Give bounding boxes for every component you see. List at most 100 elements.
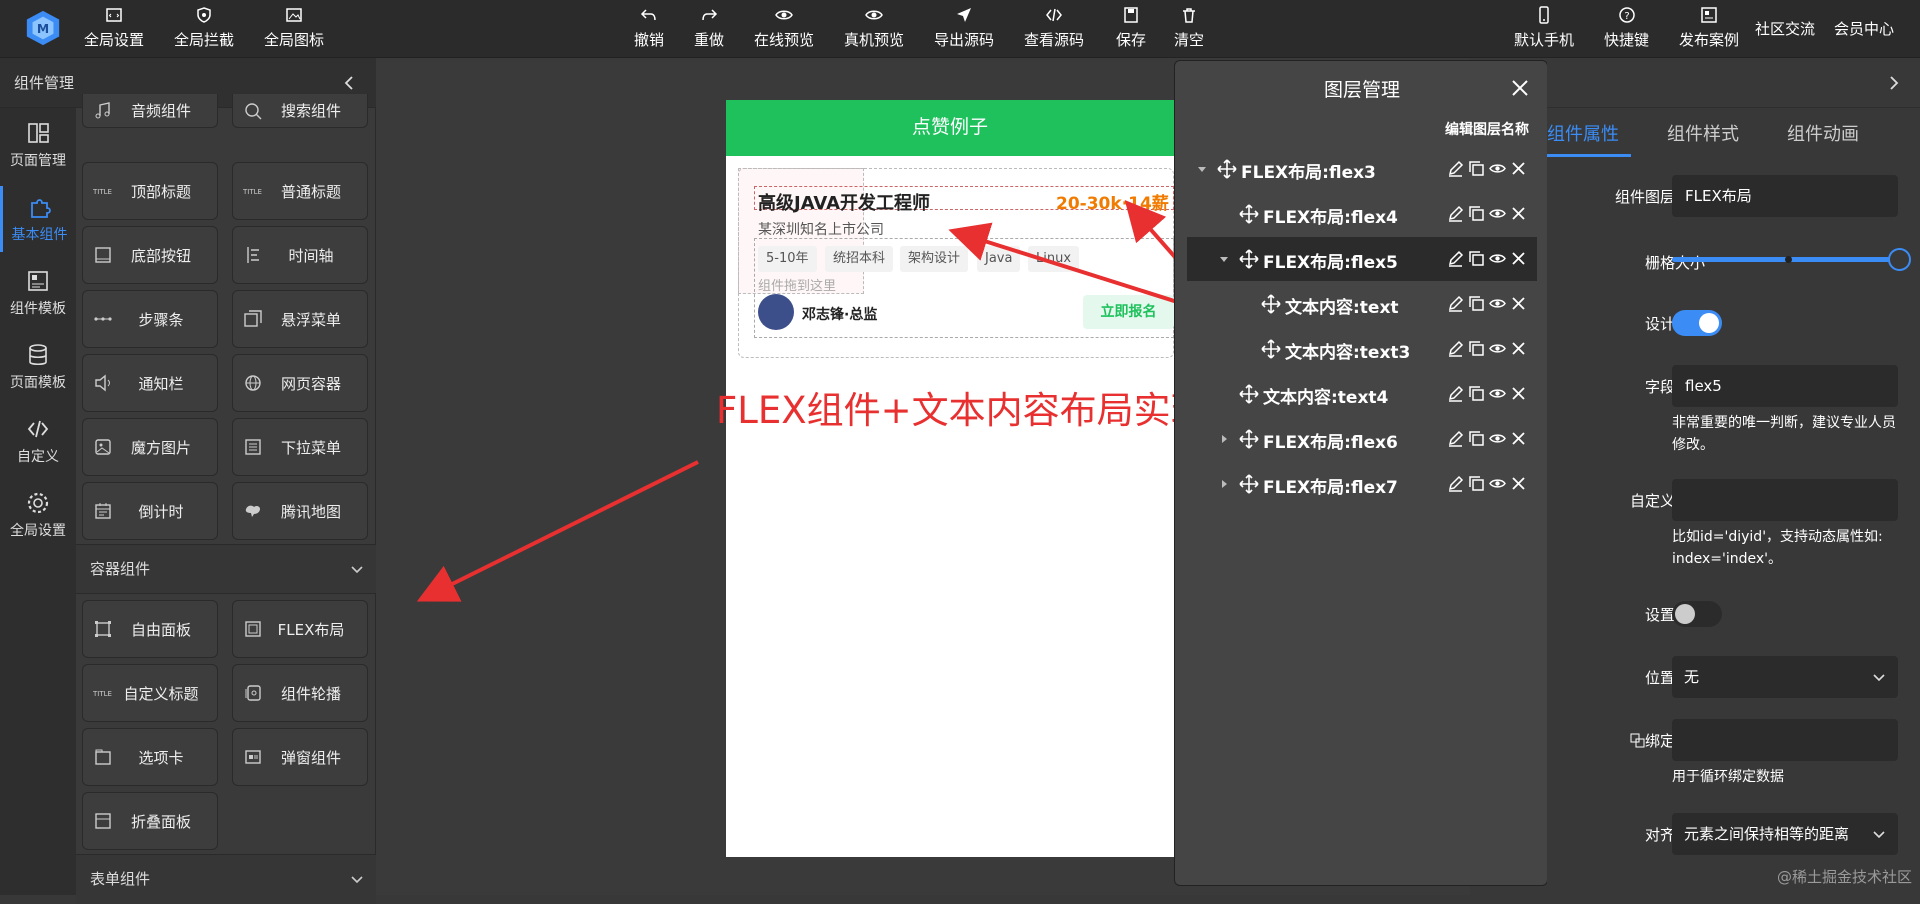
field-id-input[interactable]: flex5 <box>1672 365 1898 407</box>
eye-icon[interactable] <box>1489 295 1506 312</box>
layer-row[interactable]: 文本内容:text3 <box>1187 327 1537 371</box>
nav-basic-components[interactable]: 基本组件 <box>0 186 76 252</box>
comp-popup[interactable]: 弹窗组件 <box>232 728 368 786</box>
layer-row[interactable]: FLEX布局:flex3 <box>1187 147 1537 191</box>
comp-web-container[interactable]: 网页容器 <box>232 354 368 412</box>
comp-countdown[interactable]: 倒计时 <box>82 482 218 540</box>
move-icon[interactable] <box>1239 249 1259 269</box>
eye-icon[interactable] <box>1489 340 1506 357</box>
comp-tencent-map[interactable]: 腾讯地图 <box>232 482 368 540</box>
layer-name-input[interactable]: FLEX布局 <box>1672 175 1898 217</box>
comp-carousel[interactable]: 组件轮播 <box>232 664 368 722</box>
eye-icon[interactable] <box>1489 205 1506 222</box>
chevron-left-icon[interactable] <box>342 75 358 91</box>
set-height-toggle[interactable] <box>1672 601 1722 627</box>
eye-icon[interactable] <box>1489 160 1506 177</box>
member-center-link[interactable]: 会员中心 <box>1834 18 1894 39</box>
comp-steps[interactable]: 步骤条 <box>82 290 218 348</box>
custom-attr-input[interactable] <box>1672 479 1898 521</box>
copy-icon[interactable] <box>1468 430 1485 447</box>
nav-custom[interactable]: 自定义 <box>0 408 76 474</box>
move-icon[interactable] <box>1261 294 1281 314</box>
edit-icon[interactable] <box>1447 160 1464 177</box>
edit-icon[interactable] <box>1447 295 1464 312</box>
comp-timeline[interactable]: 时间轴 <box>232 226 368 284</box>
save-button[interactable]: 保存 <box>1116 6 1146 52</box>
chevron-right-icon[interactable] <box>1886 75 1902 91</box>
layer-row[interactable]: 文本内容:text <box>1187 282 1537 326</box>
edit-icon[interactable] <box>1447 205 1464 222</box>
community-link[interactable]: 社区交流 <box>1755 18 1815 39</box>
eye-icon[interactable] <box>1489 250 1506 267</box>
copy-icon[interactable] <box>1468 250 1485 267</box>
move-icon[interactable] <box>1239 384 1259 404</box>
copy-icon[interactable] <box>1468 340 1485 357</box>
move-icon[interactable] <box>1239 474 1259 494</box>
phone-preview[interactable]: 点赞例子 高级JAVA开发工程师 20-30k·14薪 某深圳知名上市公司 5-… <box>726 100 1174 857</box>
move-icon[interactable] <box>1261 339 1281 359</box>
nav-component-templates[interactable]: 组件模板 <box>0 260 76 326</box>
delete-icon[interactable] <box>1510 160 1527 177</box>
edit-layer-name-label[interactable]: 编辑图层名称 <box>1445 119 1529 139</box>
delete-icon[interactable] <box>1510 205 1527 222</box>
tab-component-style[interactable]: 组件样式 <box>1667 120 1739 146</box>
eye-icon[interactable] <box>1489 475 1506 492</box>
comp-tabs[interactable]: 选项卡 <box>82 728 218 786</box>
comp-dropdown-menu[interactable]: 下拉菜单 <box>232 418 368 476</box>
copy-icon[interactable] <box>1468 385 1485 402</box>
delete-icon[interactable] <box>1510 475 1527 492</box>
edit-icon[interactable] <box>1447 340 1464 357</box>
global-settings-button[interactable]: 全局设置 <box>84 6 144 52</box>
clear-button[interactable]: 清空 <box>1174 6 1204 52</box>
edit-icon[interactable] <box>1447 430 1464 447</box>
comp-magic-image[interactable]: 魔方图片 <box>82 418 218 476</box>
nav-page-manage[interactable]: 页面管理 <box>0 112 76 178</box>
comp-free-panel[interactable]: 自由面板 <box>82 600 218 658</box>
section-form-components[interactable]: 表单组件 <box>76 854 376 904</box>
layer-row[interactable]: FLEX布局:flex4 <box>1187 192 1537 236</box>
edit-icon[interactable] <box>1447 250 1464 267</box>
nav-global-settings[interactable]: 全局设置 <box>0 482 76 548</box>
comp-flex-layout[interactable]: FLEX布局 <box>232 600 368 658</box>
comp-top-title[interactable]: TITLE 顶部标题 <box>82 162 218 220</box>
shortcut-button[interactable]: ? 快捷键 <box>1604 6 1649 52</box>
online-preview-button[interactable]: 在线预览 <box>754 6 814 52</box>
tab-component-props[interactable]: 组件属性 <box>1547 120 1619 146</box>
tab-component-animation[interactable]: 组件动画 <box>1787 120 1859 146</box>
delete-icon[interactable] <box>1510 430 1527 447</box>
publish-case-button[interactable]: 发布案例 <box>1679 6 1739 52</box>
copy-icon[interactable] <box>1468 205 1485 222</box>
comp-audio[interactable]: 音频组件 <box>82 94 218 128</box>
layer-row[interactable]: 文本内容:text4 <box>1187 372 1537 416</box>
global-icon-button[interactable]: 全局图标 <box>264 6 324 52</box>
comp-collapse-panel[interactable]: 折叠面板 <box>82 792 218 850</box>
caret-right-icon[interactable] <box>1219 479 1229 489</box>
delete-icon[interactable] <box>1510 250 1527 267</box>
comp-search[interactable]: 搜索组件 <box>232 94 368 128</box>
comp-normal-title[interactable]: TITLE 普通标题 <box>232 162 368 220</box>
redo-button[interactable]: 重做 <box>694 6 724 52</box>
copy-icon[interactable] <box>1468 160 1485 177</box>
eye-icon[interactable] <box>1489 430 1506 447</box>
close-icon[interactable] <box>1511 79 1529 97</box>
caret-down-icon[interactable] <box>1219 254 1229 264</box>
device-preview-button[interactable]: 真机预览 <box>844 6 904 52</box>
comp-notice-bar[interactable]: 通知栏 <box>82 354 218 412</box>
undo-button[interactable]: 撤销 <box>634 6 664 52</box>
move-icon[interactable] <box>1239 429 1259 449</box>
move-icon[interactable] <box>1217 159 1237 179</box>
eye-icon[interactable] <box>1489 385 1506 402</box>
comp-bottom-button[interactable]: 底部按钮 <box>82 226 218 284</box>
design-display-toggle[interactable] <box>1672 310 1722 336</box>
delete-icon[interactable] <box>1510 340 1527 357</box>
layer-row[interactable]: FLEX布局:flex6 <box>1187 417 1537 461</box>
caret-down-icon[interactable] <box>1197 164 1207 174</box>
apply-button[interactable]: 立即报名 <box>1083 295 1174 329</box>
copy-icon[interactable] <box>1468 475 1485 492</box>
section-container-components[interactable]: 容器组件 <box>76 544 376 594</box>
comp-float-menu[interactable]: 悬浮菜单 <box>232 290 368 348</box>
view-source-button[interactable]: 查看源码 <box>1024 6 1084 52</box>
caret-right-icon[interactable] <box>1219 434 1229 444</box>
comp-custom-title[interactable]: TITLE 自定义标题 <box>82 664 218 722</box>
nav-page-templates[interactable]: 页面模板 <box>0 334 76 400</box>
